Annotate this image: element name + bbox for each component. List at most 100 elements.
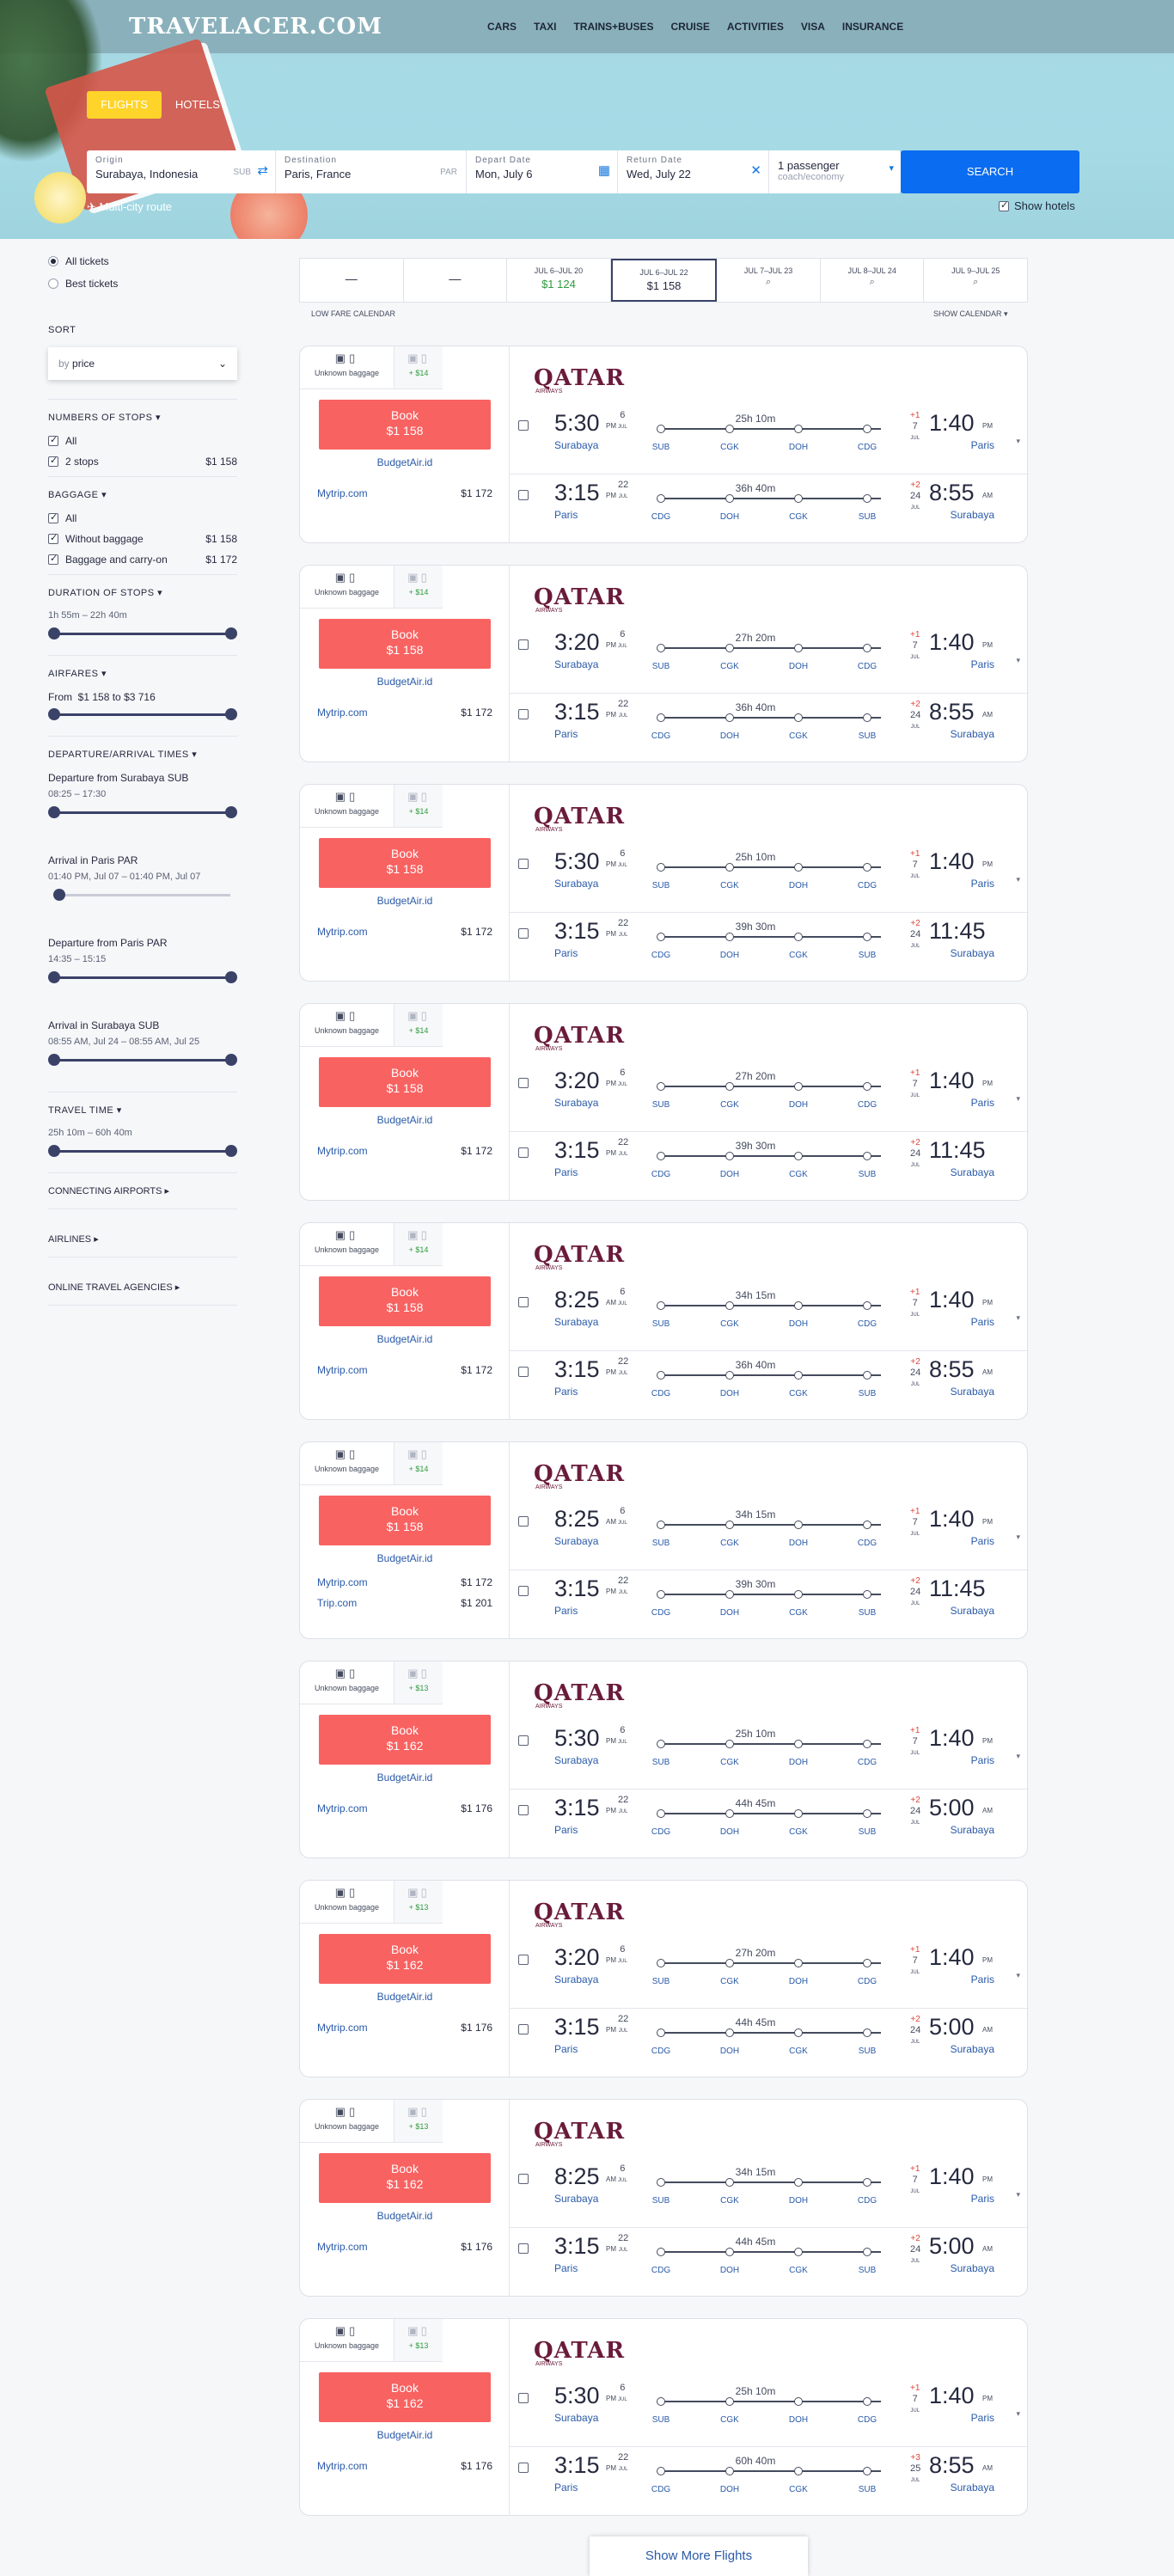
- depart-sub-slider[interactable]: [48, 806, 237, 818]
- clear-icon[interactable]: ✕: [750, 162, 761, 178]
- return-leg[interactable]: 3:15 PM 22 JUL Paris 44h 45m CDG DOH CGK SUB…: [510, 2227, 1029, 2296]
- book-button[interactable]: Book $1 162: [319, 2153, 491, 2203]
- baggage-upgrade[interactable]: ▣▯ + $14: [394, 566, 443, 609]
- agency-offer[interactable]: Mytrip.com $1 172: [317, 1364, 492, 1376]
- checkbox[interactable]: [48, 511, 58, 523]
- best-agency[interactable]: BudgetAir.id: [300, 1991, 510, 2003]
- show-hotels-toggle[interactable]: Show hotels: [999, 199, 1075, 212]
- calendar-date-cell[interactable]: —: [404, 259, 508, 302]
- leg-checkbox[interactable]: [518, 709, 529, 719]
- baggage-info[interactable]: ▣▯ Unknown baggage: [300, 1223, 394, 1266]
- slider-handle-min[interactable]: [48, 627, 60, 639]
- airfares-slider[interactable]: [48, 708, 237, 720]
- arrive-sub-slider[interactable]: [48, 1054, 237, 1066]
- expand-chevron-icon[interactable]: ▾: [1016, 875, 1020, 884]
- calendar-date-cell[interactable]: JUL 6–JUL 22 $1 158: [610, 259, 718, 302]
- nav-insurance[interactable]: INSURANCE: [842, 21, 903, 33]
- baggage-upgrade[interactable]: ▣▯ + $14: [394, 1442, 443, 1485]
- baggage-upgrade[interactable]: ▣▯ + $13: [394, 1881, 443, 1924]
- expand-chevron-icon[interactable]: ▾: [1016, 437, 1020, 446]
- leg-checkbox[interactable]: [518, 2463, 529, 2473]
- agency-offer[interactable]: Mytrip.com $1 176: [317, 2460, 492, 2472]
- slider-handle-min[interactable]: [48, 1145, 60, 1157]
- return-date-field[interactable]: Return Date Wed, July 22 ✕: [618, 150, 769, 193]
- leg-checkbox[interactable]: [518, 928, 529, 939]
- agency-offer[interactable]: Mytrip.com $1 172: [317, 926, 492, 938]
- book-button[interactable]: Book $1 158: [319, 400, 491, 450]
- baggage-upgrade[interactable]: ▣▯ + $13: [394, 1661, 443, 1704]
- leg-checkbox[interactable]: [518, 2393, 529, 2403]
- baggage-upgrade[interactable]: ▣▯ + $14: [394, 1004, 443, 1047]
- tab-hotels[interactable]: HOTELS: [162, 91, 234, 119]
- flight-card[interactable]: ▣▯ Unknown baggage ▣▯ + $13 Book $1 162 …: [299, 2099, 1029, 2297]
- agency-offer[interactable]: Mytrip.com $1 176: [317, 2022, 492, 2034]
- checkbox[interactable]: [48, 532, 58, 544]
- leg-checkbox[interactable]: [518, 1367, 529, 1377]
- connecting-airports-heading[interactable]: CONNECTING AIRPORTS ▸: [48, 1185, 237, 1196]
- checkbox[interactable]: [48, 434, 58, 446]
- baggage-info[interactable]: ▣▯ Unknown baggage: [300, 785, 394, 828]
- airlines-heading[interactable]: AIRLINES ▸: [48, 1233, 237, 1245]
- baggage-info[interactable]: ▣▯ Unknown baggage: [300, 1004, 394, 1047]
- baggage-info[interactable]: ▣▯ Unknown baggage: [300, 1881, 394, 1924]
- leg-checkbox[interactable]: [518, 1955, 529, 1965]
- destination-field[interactable]: Destination Paris, France PAR: [276, 150, 467, 193]
- search-button[interactable]: SEARCH: [901, 150, 1079, 193]
- book-button[interactable]: Book $1 162: [319, 1715, 491, 1765]
- baggage-option-without[interactable]: Without baggage $1 158: [48, 532, 237, 545]
- calendar-date-cell[interactable]: JUL 9–JUL 25 ⌕: [924, 259, 1027, 302]
- return-leg[interactable]: 3:15 PM 22 JUL Paris 36h 40m CDG DOH CGK SUB…: [510, 1350, 1029, 1419]
- nav-trains-buses[interactable]: TRAINS+BUSES: [573, 21, 653, 33]
- outbound-leg[interactable]: 3:20 PM 6 JUL Surabaya 27h 20m SUB CGK DOH C…: [510, 1939, 1029, 2008]
- baggage-info[interactable]: ▣▯ Unknown baggage: [300, 346, 394, 389]
- leg-checkbox[interactable]: [518, 1586, 529, 1596]
- origin-field[interactable]: Origin Surabaya, Indonesia SUB ⇄: [87, 150, 276, 193]
- nav-cruise[interactable]: CRUISE: [671, 21, 710, 33]
- expand-chevron-icon[interactable]: ▾: [1016, 1313, 1020, 1323]
- nav-activities[interactable]: ACTIVITIES: [727, 21, 784, 33]
- agency-offer[interactable]: Mytrip.com $1 172: [317, 707, 492, 719]
- radio-best-tickets[interactable]: Best tickets: [48, 277, 237, 291]
- slider-handle-max[interactable]: [225, 708, 237, 720]
- site-logo[interactable]: TRAVELACER.COM: [129, 14, 382, 40]
- stops-heading[interactable]: NUMBERS OF STOPS ▾: [48, 412, 237, 423]
- book-button[interactable]: Book $1 158: [319, 1276, 491, 1326]
- slider-handle-min[interactable]: [48, 708, 60, 720]
- best-agency[interactable]: BudgetAir.id: [300, 1114, 510, 1126]
- flight-card[interactable]: ▣▯ Unknown baggage ▣▯ + $13 Book $1 162 …: [299, 1880, 1029, 2077]
- arrive-par-slider[interactable]: [48, 889, 237, 901]
- return-leg[interactable]: 3:15 PM 22 JUL Paris 44h 45m CDG DOH CGK SUB…: [510, 1789, 1029, 1857]
- travel-time-heading[interactable]: TRAVEL TIME ▾: [48, 1104, 237, 1116]
- baggage-upgrade[interactable]: ▣▯ + $13: [394, 2100, 443, 2143]
- flight-card[interactable]: ▣▯ Unknown baggage ▣▯ + $14 Book $1 158 …: [299, 346, 1029, 543]
- return-leg[interactable]: 3:15 PM 22 JUL Paris 36h 40m CDG DOH CGK SUB…: [510, 474, 1029, 542]
- flight-card[interactable]: ▣▯ Unknown baggage ▣▯ + $13 Book $1 162 …: [299, 1661, 1029, 1858]
- stops-option-2[interactable]: 2 stops $1 158: [48, 455, 237, 468]
- slider-handle-max[interactable]: [225, 971, 237, 983]
- expand-chevron-icon[interactable]: ▾: [1016, 1533, 1020, 1542]
- radio-button[interactable]: [48, 278, 58, 289]
- stops-option-all[interactable]: All: [48, 434, 237, 447]
- passengers-field[interactable]: 1 passenger coach/economy ▾: [769, 150, 901, 193]
- best-agency[interactable]: BudgetAir.id: [300, 1771, 510, 1784]
- book-button[interactable]: Book $1 158: [319, 1496, 491, 1545]
- baggage-option-carryon[interactable]: Baggage and carry-on $1 172: [48, 553, 237, 566]
- times-heading[interactable]: DEPARTURE/ARRIVAL TIMES ▾: [48, 749, 237, 760]
- agency-offer[interactable]: Mytrip.com $1 172: [317, 1145, 492, 1157]
- agency-offer[interactable]: Mytrip.com $1 172: [317, 487, 492, 499]
- return-leg[interactable]: 3:15 PM 22 JUL Paris 60h 40m CDG DOH CGK SUB…: [510, 2446, 1029, 2515]
- leg-checkbox[interactable]: [518, 1735, 529, 1746]
- outbound-leg[interactable]: 8:25 AM 6 JUL Surabaya 34h 15m SUB CGK DOH C…: [510, 2158, 1029, 2227]
- agencies-heading[interactable]: ONLINE TRAVEL AGENCIES ▸: [48, 1282, 237, 1293]
- show-calendar-link[interactable]: SHOW CALENDAR ▾: [933, 309, 1008, 319]
- flight-card[interactable]: ▣▯ Unknown baggage ▣▯ + $14 Book $1 158 …: [299, 1003, 1029, 1201]
- leg-checkbox[interactable]: [518, 639, 529, 650]
- swap-icon[interactable]: ⇄: [257, 162, 268, 178]
- leg-checkbox[interactable]: [518, 2243, 529, 2254]
- book-button[interactable]: Book $1 158: [319, 838, 491, 888]
- flight-card[interactable]: ▣▯ Unknown baggage ▣▯ + $14 Book $1 158 …: [299, 784, 1029, 982]
- calendar-date-cell[interactable]: JUL 6–JUL 20 $1 124: [507, 259, 611, 302]
- flight-card[interactable]: ▣▯ Unknown baggage ▣▯ + $13 Book $1 162 …: [299, 2318, 1029, 2516]
- sort-select[interactable]: by price ⌄: [48, 347, 237, 380]
- slider-handle-max[interactable]: [225, 806, 237, 818]
